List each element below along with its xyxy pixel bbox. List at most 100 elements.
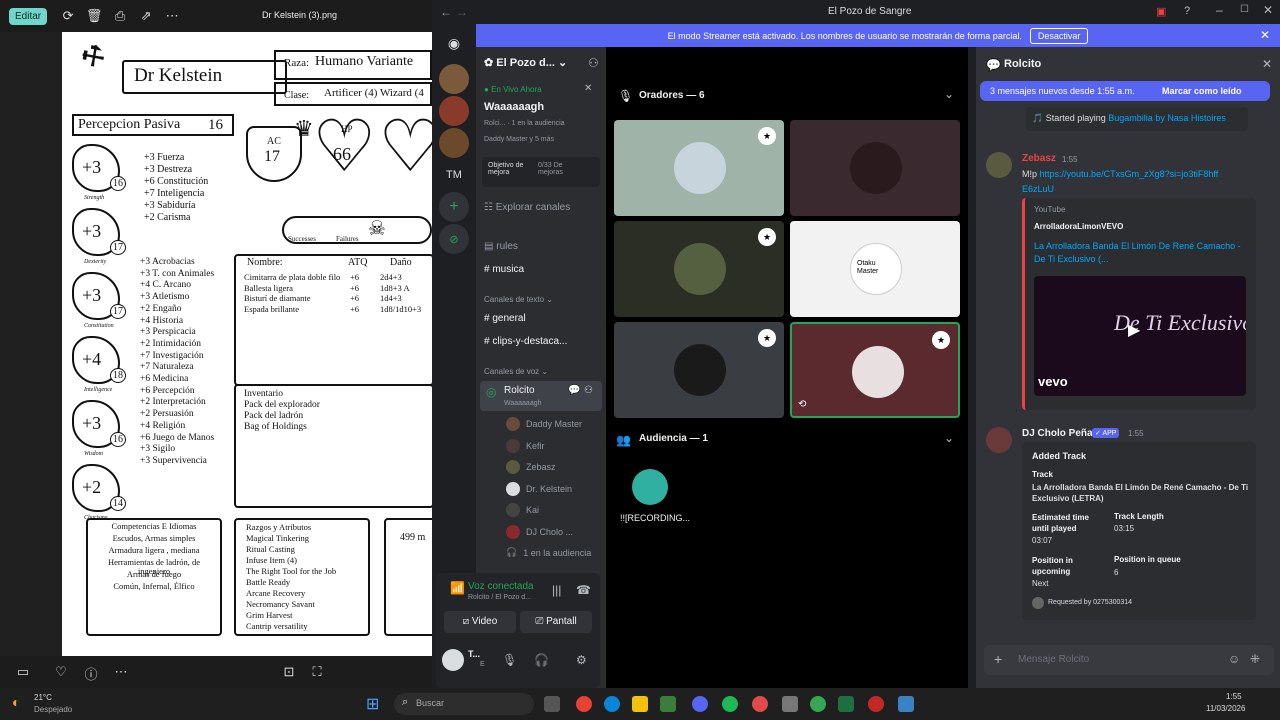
info-icon[interactable]: ⓘ [78, 664, 104, 683]
close-icon[interactable]: ✕ [1263, 3, 1273, 17]
message-author[interactable]: Zebasz [1022, 153, 1056, 164]
audience-avatar[interactable] [632, 469, 668, 505]
server-icon-3[interactable] [439, 128, 469, 158]
maximize-icon[interactable]: ☐ [1240, 4, 1249, 15]
fullscreen-icon[interactable]: ⛶ [304, 664, 330, 680]
print-icon[interactable]: ⎙ [107, 8, 133, 24]
heart-icon[interactable]: ♡ [48, 664, 74, 680]
disconnect-icon[interactable]: ☎ [576, 583, 591, 597]
close-icon[interactable]: ✕ [584, 83, 592, 94]
category-voice[interactable]: Canales de voz ⌄ [484, 367, 548, 376]
discord-icon[interactable] [692, 696, 708, 712]
deactivate-button[interactable]: Desactivar [1029, 27, 1089, 44]
server-icon-2[interactable] [439, 96, 469, 126]
app-icon[interactable] [660, 696, 676, 712]
weather-status[interactable]: Despejado [34, 705, 72, 714]
temperature[interactable]: 21°C [34, 693, 52, 702]
speaker-tile[interactable] [790, 120, 960, 216]
channel-musica[interactable]: # musica [484, 264, 524, 275]
explore-icon[interactable]: ⊘ [439, 224, 469, 254]
live-title[interactable]: Waaaaaagh [484, 101, 544, 113]
close-icon[interactable]: ✕ [1262, 57, 1272, 71]
chevron-down-icon[interactable]: ⌄ [944, 431, 954, 445]
settings-gear-icon[interactable]: ⚙ [576, 653, 587, 667]
more-icon[interactable]: ⋯ [108, 664, 134, 680]
speaker-tile[interactable]: ★ [614, 221, 784, 317]
video-button[interactable]: ⧄ Video [444, 611, 516, 633]
photos-icon[interactable] [898, 696, 914, 712]
search-box[interactable]: ⌕ Buscar [394, 693, 534, 715]
back-arrow-icon[interactable]: ← [440, 5, 452, 19]
clock-time[interactable]: 1:55 [1226, 692, 1242, 701]
embed-title[interactable]: La Arrolladora Banda El Limón De René Ca… [1034, 240, 1244, 266]
chat-icon[interactable]: 💬 [568, 385, 580, 396]
help-icon[interactable]: ? [1184, 5, 1190, 17]
voice-connected-label[interactable]: Voz conectada [468, 581, 534, 592]
channel-general[interactable]: # general [484, 313, 526, 324]
fit-icon[interactable]: ⊡ [276, 664, 302, 680]
discord-home-icon[interactable]: ◉ [439, 28, 469, 58]
more-icon[interactable]: ⋯ [159, 8, 185, 24]
spotify-icon[interactable] [722, 696, 738, 712]
message-input[interactable]: + Mensaje Rolcito ☺ ⁜ [984, 645, 1274, 675]
server-icon-tm[interactable]: TM [439, 160, 469, 190]
voice-audience[interactable]: 🎧 1 en la audiencia [506, 547, 591, 558]
video-thumbnail[interactable]: De Ti Exclusivo ▶ vevo [1034, 276, 1246, 396]
server-icon-1[interactable] [439, 64, 469, 94]
emoji-icon[interactable]: ☺ [1228, 652, 1240, 666]
clock-date[interactable]: 11/03/2026 [1206, 704, 1245, 713]
add-member-icon[interactable]: ⚇ [584, 385, 593, 396]
new-messages-bar[interactable]: 3 mensajes nuevos desde 1:55 a.m. Marcar… [980, 81, 1270, 101]
chrome-icon[interactable] [810, 696, 826, 712]
task-view-icon[interactable] [544, 696, 560, 712]
forward-arrow-icon[interactable]: → [456, 5, 468, 19]
excel-icon[interactable] [838, 696, 854, 712]
app-icon[interactable] [868, 696, 884, 712]
chrome-icon[interactable] [576, 696, 592, 712]
close-icon[interactable]: ✕ [1260, 28, 1270, 42]
song-link[interactable]: Bugambilia by Nasa Histoires [1108, 113, 1226, 123]
add-member-icon[interactable]: ⚇ [588, 56, 599, 70]
voice-user[interactable]: Zebasz [506, 460, 556, 474]
speaker-tile[interactable]: Otaku Master [790, 221, 960, 317]
voice-user[interactable]: Dr. Kelstein [506, 481, 572, 496]
speaker-tile[interactable]: ★ ⟲ [790, 322, 960, 418]
server-name[interactable]: ✿ El Pozo d... ⌄ [484, 56, 567, 69]
app-icon[interactable] [752, 696, 768, 712]
screen-share-button[interactable]: ⎚ Pantall [520, 611, 592, 633]
add-server-icon[interactable]: + [439, 192, 469, 222]
edge-icon[interactable] [604, 696, 620, 712]
explore-channels[interactable]: ☷ Explorar canales [484, 202, 570, 213]
weather-icon[interactable]: ◐ [12, 694, 20, 710]
speaker-tile[interactable]: ★ [614, 322, 784, 418]
film-strip-icon[interactable]: ▭ [10, 664, 36, 680]
chevron-down-icon[interactable]: ⌄ [944, 87, 954, 101]
channel-rules[interactable]: ▤ rules [484, 241, 518, 252]
channel-clips[interactable]: # clips-y-destaca... [484, 336, 567, 347]
voice-channel-rolcito[interactable]: ◎ Rolcito Waaaaaagh 💬 ⚇ [480, 381, 602, 411]
minimize-icon[interactable]: – [1216, 3, 1223, 17]
microphone-icon[interactable]: 🎙 [502, 653, 517, 667]
speaker-tile[interactable]: ★ [614, 120, 784, 216]
apps-icon[interactable]: ⁜ [1250, 652, 1260, 666]
avatar[interactable] [986, 427, 1012, 453]
share-icon[interactable]: ⇗ [133, 8, 159, 24]
embed-author[interactable]: ArrolladoraLimonVEVO [1034, 222, 1123, 231]
rotate-icon[interactable]: ⟳ [55, 8, 81, 24]
delete-icon[interactable]: 🗑 [81, 8, 107, 24]
file-explorer-icon[interactable] [632, 696, 648, 712]
message-author[interactable]: DJ Cholo Peña [1022, 428, 1093, 439]
noise-suppression-icon[interactable]: ||| [552, 583, 561, 597]
windows-start-icon[interactable]: ⊞ [366, 694, 379, 714]
headphones-icon[interactable]: 🎧 [534, 653, 549, 667]
category-text[interactable]: Canales de texto ⌄ [484, 295, 553, 304]
voice-user[interactable]: Kai [506, 503, 539, 517]
notepad-icon[interactable] [782, 696, 798, 712]
mark-as-read-button[interactable]: Marcar como leído [1162, 86, 1242, 96]
inbox-icon[interactable]: ▣ [1156, 5, 1166, 18]
play-icon[interactable]: ▶ [1128, 320, 1140, 340]
voice-user[interactable]: Kefir [506, 438, 545, 453]
avatar[interactable] [986, 152, 1012, 178]
avatar[interactable] [442, 649, 464, 671]
voice-user[interactable]: Daddy Master [506, 417, 582, 431]
